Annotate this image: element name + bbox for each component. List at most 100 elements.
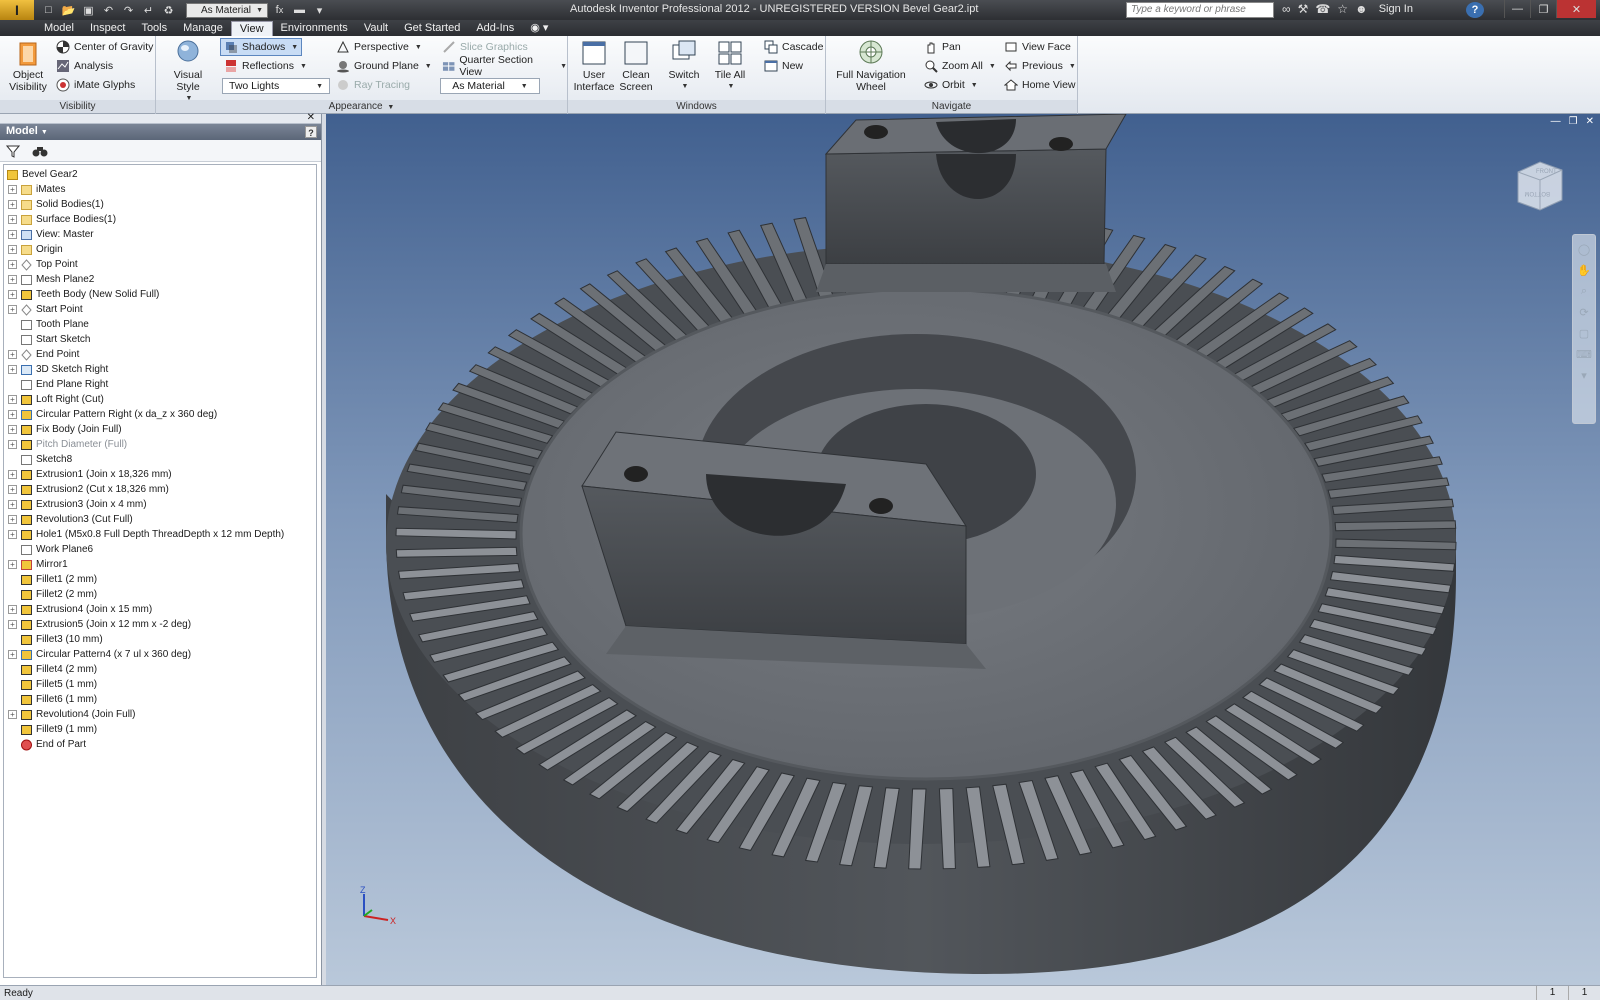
tree-item[interactable]: End Plane Right [4,377,316,392]
tree-item[interactable]: + Hole1 (M5x0.8 Full Depth ThreadDepth x … [4,527,316,542]
tree-item[interactable]: + Origin [4,242,316,257]
tab-view[interactable]: View [230,21,273,36]
graphics-viewport[interactable]: — ❐ ✕ FRONT BOTTOM ◯ ✋ ⌕ ⟳ ▢ ⌨ ▾ Z X [326,114,1600,985]
communication-icon[interactable]: ☎ [1315,2,1330,16]
tree-item[interactable]: Fillet2 (2 mm) [4,587,316,602]
expand-icon[interactable]: + [8,305,17,314]
analysis-button[interactable]: Analysis [56,57,113,75]
filter-icon[interactable] [6,144,20,158]
tab-manage[interactable]: Manage [175,21,231,36]
application-menu-button[interactable]: I [0,0,34,20]
binoculars-icon[interactable] [32,144,48,158]
expand-icon[interactable]: + [8,650,17,659]
expand-icon[interactable]: + [8,275,17,284]
tree-item[interactable]: + Extrusion3 (Join x 4 mm) [4,497,316,512]
expand-icon[interactable]: + [8,710,17,719]
tab-vault[interactable]: Vault [356,21,396,36]
undo-icon[interactable]: ↶ [100,3,117,18]
binoculars-icon[interactable]: ∞ [1282,2,1291,16]
cascade-button[interactable]: Cascade [764,38,823,56]
tree-item[interactable]: + Mirror1 [4,557,316,572]
expand-icon[interactable]: + [8,290,17,299]
save-icon[interactable]: ▣ [80,3,97,18]
look-at-icon[interactable]: ⌨ [1573,348,1595,361]
tree-item[interactable]: + Loft Right (Cut) [4,392,316,407]
return-icon[interactable]: ↵ [140,3,157,18]
tab-overflow-icon[interactable]: ◉ ▾ [522,21,556,36]
tree-item[interactable]: Fillet9 (1 mm) [4,722,316,737]
tree-item[interactable]: + Circular Pattern4 (x 7 ul x 360 deg) [4,647,316,662]
tab-add-ins[interactable]: Add-Ins [468,21,522,36]
expand-icon[interactable]: + [8,215,17,224]
pan-button[interactable]: Pan [924,38,961,56]
tree-item[interactable]: + View: Master [4,227,316,242]
expand-icon[interactable]: + [8,515,17,524]
tree-item[interactable]: + Revolution3 (Cut Full) [4,512,316,527]
tree-item[interactable]: End of Part [4,737,316,752]
close-icon[interactable]: ✕ [307,112,315,123]
sign-in-link[interactable]: Sign In [1379,3,1413,15]
tile-all-button[interactable]: Tile All ▼ [710,39,750,93]
steering-wheel-icon[interactable]: ◯ [1573,243,1595,256]
appearance-material-select[interactable]: As Material ▼ [440,78,540,94]
expand-icon[interactable]: + [8,200,17,209]
redo-icon[interactable]: ↷ [120,3,137,18]
clean-screen-button[interactable]: Clean Screen [616,39,656,93]
tree-item[interactable]: Fillet6 (1 mm) [4,692,316,707]
expand-icon[interactable]: + [8,620,17,629]
ray-tracing-button[interactable]: Ray Tracing [336,76,410,94]
switch-button[interactable]: Switch ▼ [664,39,704,93]
open-file-icon[interactable]: 📂 [60,3,77,18]
design-doctor-icon[interactable]: ▬ [291,3,308,18]
expand-icon[interactable]: + [8,260,17,269]
zoom-icon[interactable]: ⌕ [1573,285,1595,298]
browser-header[interactable]: Model ▼ ? [0,124,321,140]
tree-item[interactable]: + Extrusion4 (Join x 15 mm) [4,602,316,617]
close-icon[interactable]: ✕ [1556,0,1596,18]
tree-item[interactable]: +3D Sketch Right [4,362,316,377]
expand-icon[interactable]: + [8,605,17,614]
visual-style-button[interactable]: Visual Style ▼ [162,39,214,105]
minimize-icon[interactable]: — [1504,0,1530,18]
expand-icon[interactable]: + [8,425,17,434]
customize-qat-icon[interactable]: ▾ [311,3,328,18]
tree-item[interactable]: Fillet5 (1 mm) [4,677,316,692]
imate-glyphs-button[interactable]: iMate Glyphs [56,76,135,94]
pan-hand-icon[interactable]: ✋ [1573,264,1595,277]
object-visibility-button[interactable]: Object Visibility [6,39,50,93]
expand-icon[interactable]: + [8,230,17,239]
chevron-down-icon[interactable]: ▼ [291,44,298,51]
expand-icon[interactable]: + [8,560,17,569]
quarter-section-view-button[interactable]: Quarter Section View ▼ [442,54,567,78]
home-view-button[interactable]: Home View [1004,76,1076,94]
expand-icon[interactable]: + [8,440,17,449]
tree-item[interactable]: Bevel Gear2 [4,167,316,182]
tree-item[interactable]: Sketch8 [4,452,316,467]
expand-icon[interactable]: + [8,395,17,404]
parameters-icon[interactable]: fx [271,3,288,18]
ground-plane-button[interactable]: Ground Plane ▼ [336,57,432,75]
tree-item[interactable]: + Extrusion1 (Join x 18,326 mm) [4,467,316,482]
tab-get-started[interactable]: Get Started [396,21,468,36]
tree-item[interactable]: + Circular Pattern Right (x da_z x 360 de… [4,407,316,422]
tree-item[interactable]: + Teeth Body (New Solid Full) [4,287,316,302]
zoom-all-button[interactable]: Zoom All ▼ [924,57,996,75]
tree-item[interactable]: + Top Point [4,257,316,272]
user-interface-button[interactable]: User Interface [574,39,614,93]
tab-inspect[interactable]: Inspect [82,21,133,36]
orbit-icon[interactable]: ⟳ [1573,306,1595,319]
reflections-button[interactable]: Reflections ▼ [224,57,307,75]
update-icon[interactable]: ♻ [160,3,177,18]
expand-icon[interactable]: + [8,185,17,194]
tree-item[interactable]: + Mesh Plane2 [4,272,316,287]
tab-environments[interactable]: Environments [273,21,356,36]
expand-icon[interactable]: + [8,410,17,419]
tree-item[interactable]: + Revolution4 (Join Full) [4,707,316,722]
help-button[interactable]: ? [1466,2,1484,18]
tree-item[interactable]: + Start Point [4,302,316,317]
tree-item[interactable]: + iMates [4,182,316,197]
tree-item[interactable]: + Extrusion5 (Join x 12 mm x -2 deg) [4,617,316,632]
tree-item[interactable]: + Solid Bodies(1) [4,197,316,212]
material-select[interactable]: As Material ▼ [186,2,268,18]
expand-icon[interactable]: + [8,530,17,539]
